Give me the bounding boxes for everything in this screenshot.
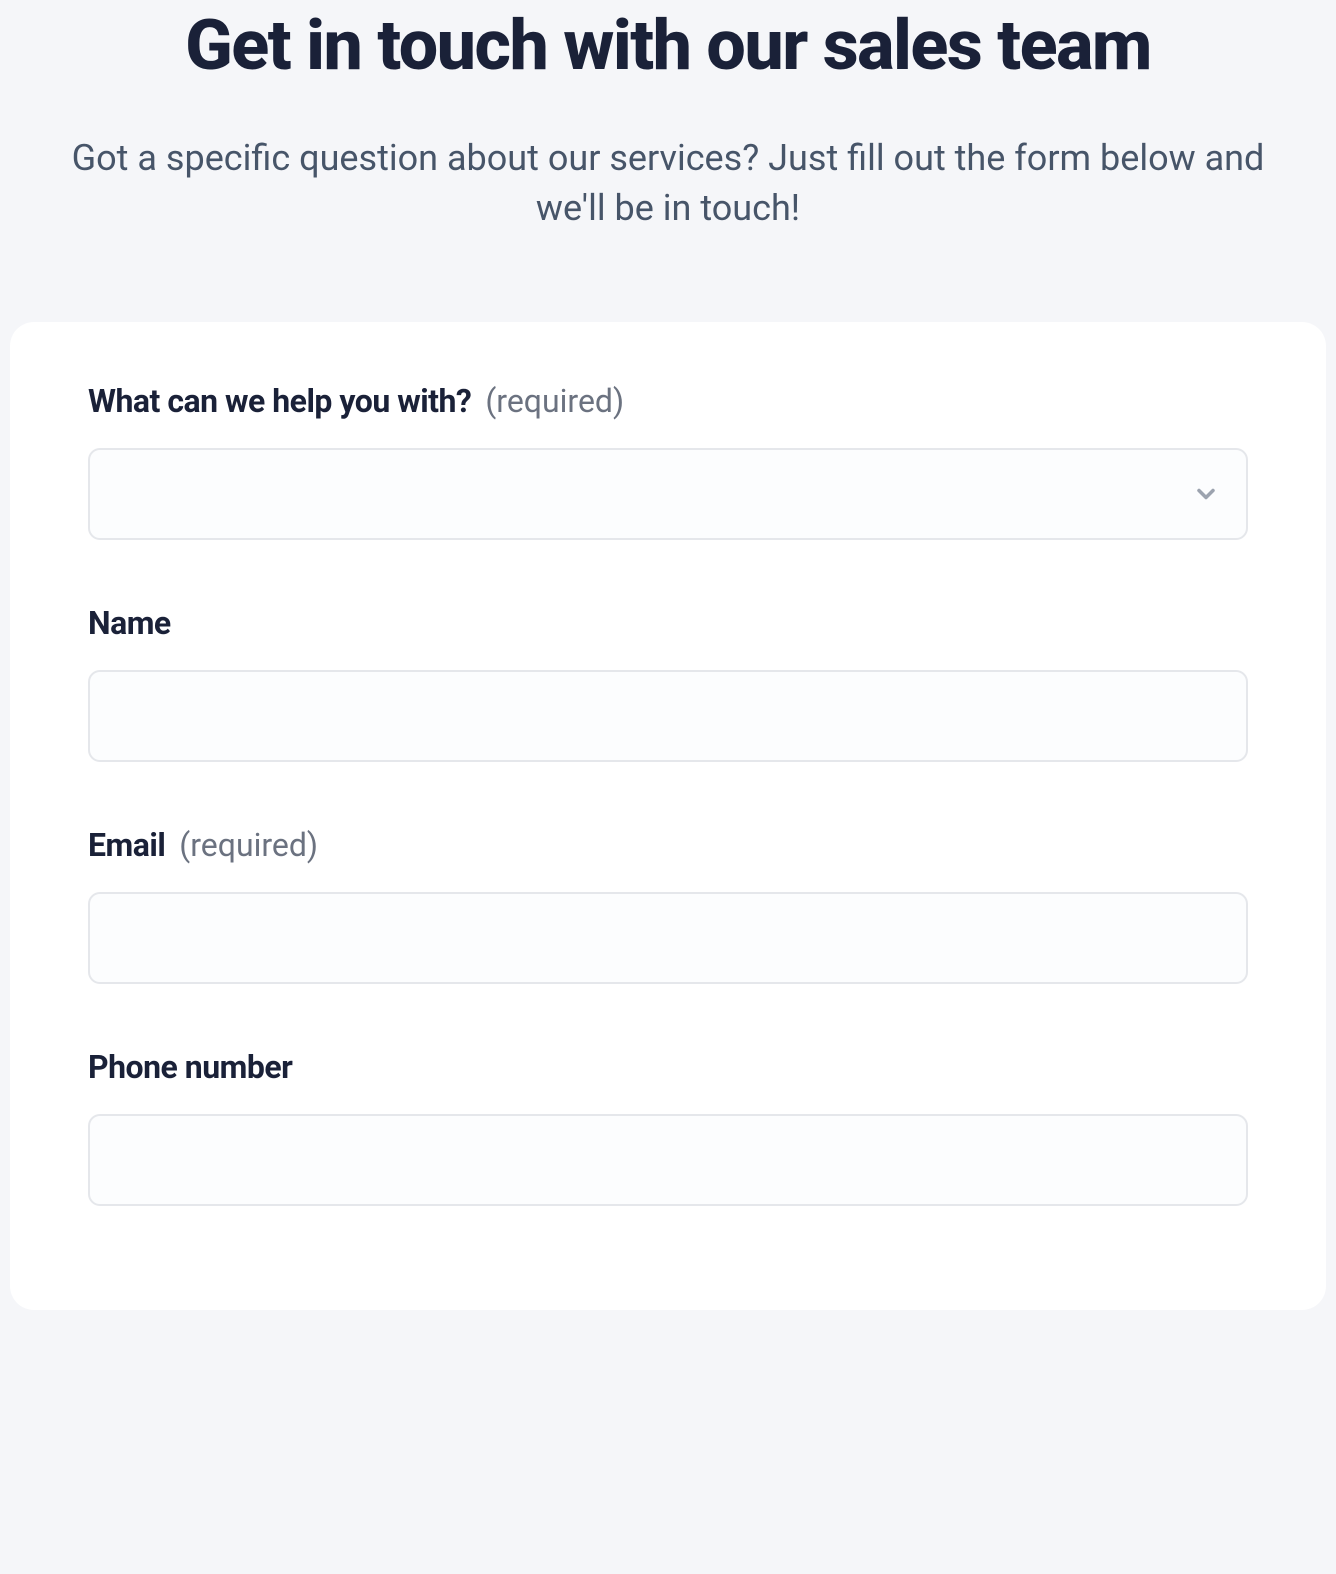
form-group-help: What can we help you with? (required) — [88, 382, 1248, 540]
label-help: What can we help you with? — [88, 382, 471, 420]
page-title: Get in touch with our sales team — [20, 8, 1316, 85]
email-input[interactable] — [88, 892, 1248, 984]
label-row-help: What can we help you with? (required) — [88, 382, 1248, 420]
label-row-phone: Phone number — [88, 1048, 1248, 1086]
label-phone: Phone number — [88, 1048, 292, 1086]
phone-input[interactable] — [88, 1114, 1248, 1206]
select-wrapper-help — [88, 448, 1248, 540]
label-name: Name — [88, 604, 171, 642]
label-row-email: Email (required) — [88, 826, 1248, 864]
form-group-email: Email (required) — [88, 826, 1248, 984]
form-group-phone: Phone number — [88, 1048, 1248, 1206]
help-select[interactable] — [88, 448, 1248, 540]
form-group-name: Name — [88, 604, 1248, 762]
required-tag-email: (required) — [179, 826, 318, 864]
label-row-name: Name — [88, 604, 1248, 642]
contact-form-card: What can we help you with? (required) Na… — [10, 322, 1326, 1310]
required-tag-help: (required) — [485, 382, 624, 420]
label-email: Email — [88, 826, 165, 864]
page-subtitle: Got a specific question about our servic… — [20, 133, 1316, 234]
name-input[interactable] — [88, 670, 1248, 762]
